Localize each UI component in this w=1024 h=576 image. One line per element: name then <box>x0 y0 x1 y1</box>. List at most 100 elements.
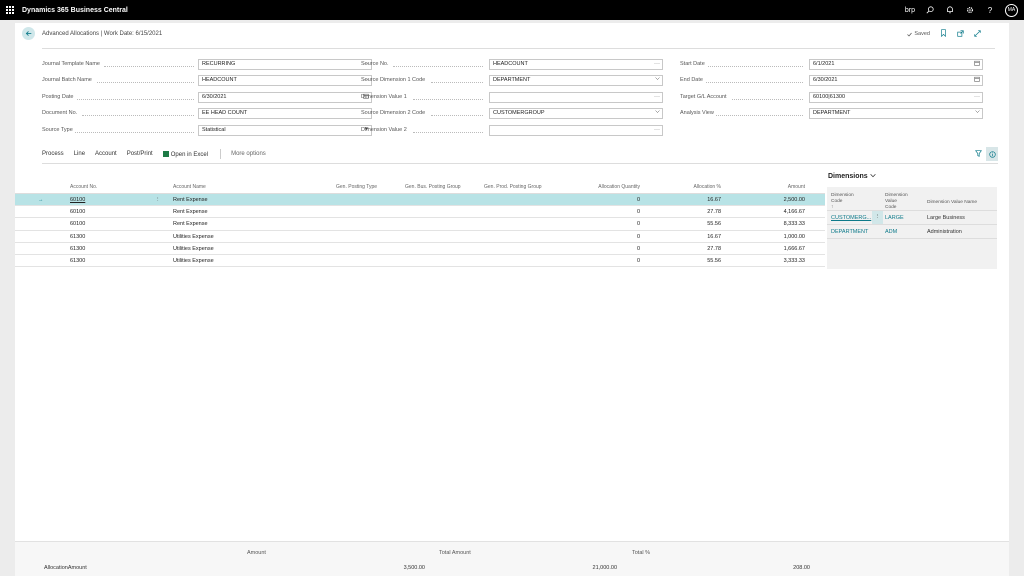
help-icon[interactable]: ? <box>985 5 995 15</box>
col-dimension-value-name[interactable]: Dimension Value Name <box>927 200 977 206</box>
table-row[interactable]: 61300 Utilities Expense 0 16.67 1,000.00 <box>15 231 825 243</box>
source-type-field: Source Type Statistical <box>42 125 372 136</box>
posting-date-input[interactable]: 6/30/2021 <box>198 92 372 103</box>
cell-allocation-pct[interactable]: 27.78 <box>707 209 721 215</box>
process-menu[interactable]: Process <box>42 151 64 157</box>
table-row[interactable]: 60100 Rent Expense 0 55.56 8,333.33 <box>15 218 825 231</box>
col-account-name[interactable]: Account Name <box>173 184 206 190</box>
line-menu[interactable]: Line <box>74 151 85 157</box>
gear-icon[interactable] <box>965 5 975 15</box>
calendar-icon[interactable] <box>974 60 980 70</box>
app-title[interactable]: Dynamics 365 Business Central <box>22 7 128 14</box>
col-allocation-pct[interactable]: Allocation % <box>693 184 721 190</box>
cell-dimension-value-code[interactable]: LARGE <box>885 215 904 221</box>
calendar-icon[interactable] <box>974 76 980 86</box>
lookup-ellipsis-icon[interactable]: ··· <box>654 60 660 69</box>
lookup-ellipsis-icon[interactable]: ··· <box>654 126 660 135</box>
table-row[interactable]: 61300 Utilities Expense 0 27.78 1,666.67 <box>15 243 825 255</box>
open-new-window-icon[interactable] <box>957 29 964 39</box>
cell-account-no[interactable]: 61300 <box>70 258 85 264</box>
cell-allocation-quantity[interactable]: 0 <box>637 221 640 227</box>
cell-account-no[interactable]: 61300 <box>70 246 85 252</box>
field-label: Journal Template Name <box>42 61 100 67</box>
source-dim1-code-select[interactable]: DEPARTMENT <box>489 75 663 86</box>
cell-allocation-quantity[interactable]: 0 <box>637 246 640 252</box>
filter-icon[interactable] <box>975 149 982 159</box>
cell-allocation-pct[interactable]: 55.56 <box>707 221 721 227</box>
cell-account-no[interactable]: 60100 <box>70 197 85 203</box>
source-type-select[interactable]: Statistical <box>198 125 372 136</box>
back-button[interactable] <box>22 27 35 40</box>
cell-allocation-quantity[interactable]: 0 <box>637 258 640 264</box>
source-no-input[interactable]: HEADCOUNT ··· <box>489 59 663 70</box>
collapse-icon[interactable] <box>974 29 981 39</box>
factbox-toggle-button[interactable] <box>986 147 998 161</box>
cell-allocation-pct[interactable]: 16.67 <box>707 197 721 203</box>
page-card: Advanced Allocations | Work Date: 6/15/2… <box>15 23 1009 576</box>
dim-value1-input[interactable]: ··· <box>489 92 663 103</box>
journal-batch-name-input[interactable]: HEADCOUNT ··· <box>198 75 372 86</box>
allocation-lines-grid: Account No. Account Name Gen. Posting Ty… <box>15 181 825 268</box>
table-row[interactable]: 61300 Utilities Expense 0 55.56 3,333.33 <box>15 255 825 268</box>
chevron-down-icon[interactable] <box>655 76 660 85</box>
list-item[interactable]: DEPARTMENT ADM Administration <box>827 225 997 239</box>
cell-dimension-code[interactable]: CUSTOMERG... <box>831 215 871 221</box>
col-allocation-quantity[interactable]: Allocation Quantity <box>598 184 640 190</box>
company-name[interactable]: brp <box>905 7 915 14</box>
field-label: Journal Batch Name <box>42 77 92 83</box>
col-gen-prod-posting-group[interactable]: Gen. Prod. Posting Group <box>484 184 542 190</box>
cell-allocation-pct[interactable]: 55.56 <box>707 258 721 264</box>
row-menu-icon[interactable]: ⋮ <box>155 197 161 203</box>
row-menu-icon[interactable]: ⋮ <box>872 211 883 224</box>
chevron-down-icon[interactable] <box>655 109 660 118</box>
table-row[interactable]: 60100 Rent Expense 0 27.78 4,166.67 <box>15 206 825 219</box>
col-gen-bus-posting-group[interactable]: Gen. Bus. Posting Group <box>405 184 461 190</box>
journal-template-name-input[interactable]: RECURRING ··· <box>198 59 372 70</box>
table-row[interactable]: → 60100 ⋮ Rent Expense 0 16.67 2,500.00 <box>15 194 825 207</box>
lookup-ellipsis-icon[interactable]: ··· <box>974 93 980 102</box>
cell-account-no[interactable]: 60100 <box>70 209 85 215</box>
document-no-input[interactable]: EE HEAD COUNT <box>198 108 372 119</box>
col-account-no[interactable]: Account No. <box>70 184 97 190</box>
cell-dimension-value-code[interactable]: ADM <box>885 229 897 235</box>
post-print-menu[interactable]: Post/Print <box>127 151 153 157</box>
cell-account-no[interactable]: 60100 <box>70 221 85 227</box>
app-launcher-icon[interactable] <box>0 0 20 20</box>
cell-allocation-pct[interactable]: 16.67 <box>707 234 721 240</box>
bookmark-icon[interactable] <box>940 29 947 39</box>
cell-account-no[interactable]: 61300 <box>70 234 85 240</box>
col-gen-posting-type[interactable]: Gen. Posting Type <box>336 184 377 190</box>
field-value: CUSTOMERGROUP <box>493 110 545 116</box>
more-options-button[interactable]: More options <box>231 151 266 157</box>
field-label: Target G/L Account <box>680 94 727 100</box>
cell-allocation-quantity[interactable]: 0 <box>637 234 640 240</box>
analysis-view-select[interactable]: DEPARTMENT <box>809 108 983 119</box>
account-menu[interactable]: Account <box>95 151 117 157</box>
dim-value2-input[interactable]: ··· <box>489 125 663 136</box>
source-dim2-code-select[interactable]: CUSTOMERGROUP <box>489 108 663 119</box>
page-title: Advanced Allocations | Work Date: 6/15/2… <box>42 31 163 37</box>
list-item[interactable]: CUSTOMERG... ⋮ LARGE Large Business <box>827 211 997 225</box>
cell-allocation-pct[interactable]: 27.78 <box>707 246 721 252</box>
cell-allocation-quantity[interactable]: 0 <box>637 209 640 215</box>
cell-allocation-quantity[interactable]: 0 <box>637 197 640 203</box>
end-date-input[interactable]: 6/30/2021 <box>809 75 983 86</box>
field-label: Dimension Value 1 <box>361 94 407 100</box>
field-dots <box>75 132 194 133</box>
bell-icon[interactable] <box>945 5 955 15</box>
search-icon[interactable] <box>925 5 935 15</box>
open-in-excel-button[interactable]: Open in Excel <box>162 150 208 158</box>
field-value: Statistical <box>202 127 226 133</box>
cell-account-name: Rent Expense <box>173 221 208 228</box>
lookup-ellipsis-icon[interactable]: ··· <box>654 93 660 102</box>
journal-template-name-field: Journal Template Name RECURRING ··· <box>42 59 372 70</box>
avatar[interactable]: MA <box>1005 3 1018 17</box>
field-value: 6/30/2021 <box>202 94 227 100</box>
col-amount[interactable]: Amount <box>788 184 805 190</box>
total-amount-value: 21,000.00 <box>592 565 617 571</box>
target-gl-account-input[interactable]: 60100|61300 ··· <box>809 92 983 103</box>
factbox-title[interactable]: Dimensions <box>828 173 1011 180</box>
cell-dimension-code[interactable]: DEPARTMENT <box>831 229 868 235</box>
start-date-input[interactable]: 6/1/2021 <box>809 59 983 70</box>
chevron-down-icon[interactable] <box>975 109 980 118</box>
